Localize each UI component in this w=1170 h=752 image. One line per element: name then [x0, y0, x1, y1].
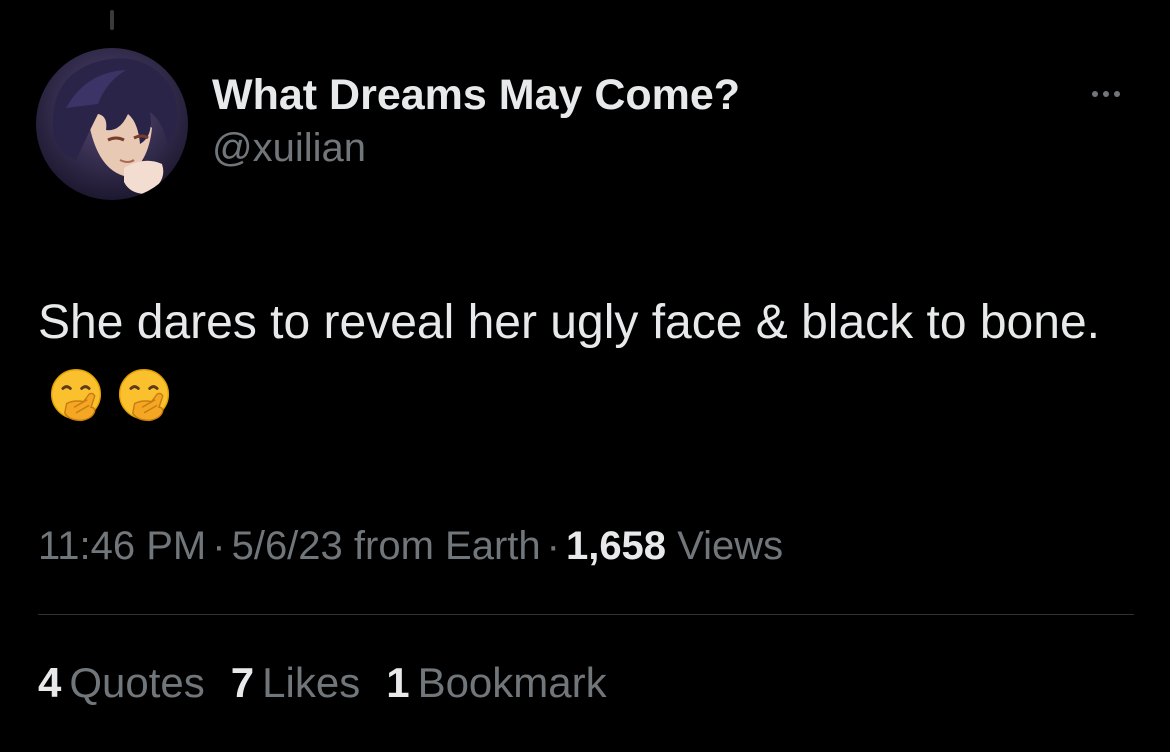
- ellipsis-icon: [1103, 91, 1109, 97]
- separator: ·: [212, 524, 226, 568]
- ellipsis-icon: [1092, 91, 1098, 97]
- tweet-date-source[interactable]: 5/6/23 from Earth: [232, 524, 541, 568]
- user-handle[interactable]: @xuilian: [212, 124, 740, 172]
- ellipsis-icon: [1114, 91, 1120, 97]
- bookmarks-count: 1: [386, 659, 410, 706]
- more-options-button[interactable]: [1078, 80, 1134, 108]
- face-with-hand-over-mouth-emoji-icon: [118, 369, 170, 422]
- tweet-time[interactable]: 11:46 PM: [38, 524, 206, 568]
- face-with-hand-over-mouth-emoji-icon: [50, 369, 102, 422]
- bookmarks-label: Bookmark: [417, 659, 607, 706]
- tweet-text: She dares to reveal her ugly face & blac…: [38, 285, 1148, 437]
- tweet-metadata: 11:46 PM · 5/6/23 from Earth · 1,658 Views: [38, 518, 783, 574]
- divider: [38, 614, 1134, 615]
- likes-stat[interactable]: 7 Likes: [231, 654, 360, 712]
- likes-count: 7: [230, 659, 255, 706]
- avatar[interactable]: [36, 48, 188, 200]
- thread-connector-line: [110, 10, 114, 30]
- views-label: Views: [677, 524, 784, 568]
- display-name[interactable]: What Dreams May Come?: [212, 70, 740, 120]
- bookmarks-stat[interactable]: 1 Bookmark: [386, 654, 606, 712]
- quotes-count: 4: [38, 659, 62, 706]
- quotes-label: Quotes: [69, 659, 205, 706]
- tweet-body: She dares to reveal her ugly face & blac…: [38, 296, 1100, 349]
- quotes-stat[interactable]: 4 Quotes: [38, 654, 205, 712]
- likes-label: Likes: [262, 659, 361, 706]
- anime-character-avatar-icon: [36, 48, 188, 200]
- author-block[interactable]: What Dreams May Come? @xuilian: [212, 70, 740, 172]
- views-count: 1,658: [565, 524, 667, 568]
- separator: ·: [546, 524, 560, 568]
- engagement-stats: 4 Quotes 7 Likes 1 Bookmark: [38, 654, 607, 712]
